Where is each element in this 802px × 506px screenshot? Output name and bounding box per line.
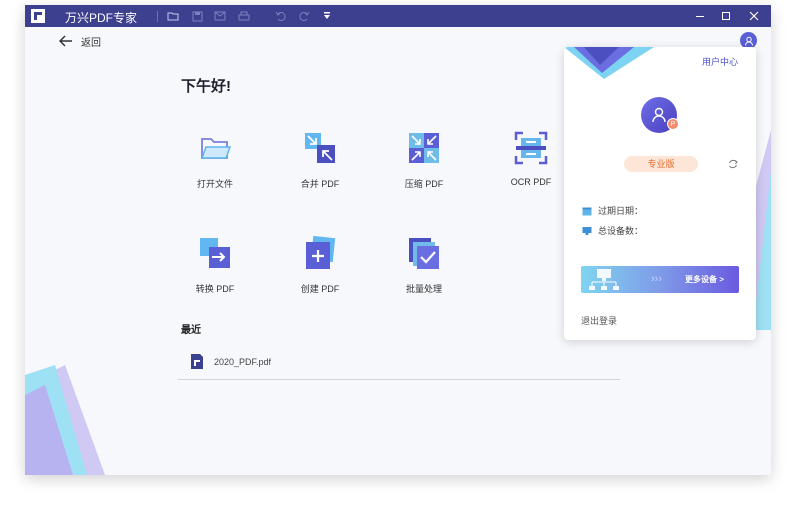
merge-pdf-icon xyxy=(305,133,335,163)
toolbar-divider xyxy=(157,11,158,22)
devices-illustration-icon xyxy=(589,269,619,290)
recent-divider xyxy=(178,379,620,380)
user-center-link[interactable]: 用户中心 xyxy=(702,55,738,68)
tool-merge-pdf[interactable]: 合并 PDF xyxy=(280,130,360,190)
minimize-icon[interactable] xyxy=(692,8,708,24)
refresh-icon[interactable] xyxy=(727,158,739,170)
tool-open-file[interactable]: 打开文件 xyxy=(175,130,255,190)
expiry-label: 过期日期： xyxy=(598,206,644,216)
tool-label: 压缩 PDF xyxy=(404,179,444,189)
decorative-shapes xyxy=(25,365,105,475)
recent-file-name: 2020_PDF.pdf xyxy=(214,356,272,367)
chevrons-icon: ››› xyxy=(651,273,662,285)
convert-pdf-icon xyxy=(200,238,230,268)
tool-label: 创建 PDF xyxy=(300,284,340,294)
open-folder-icon xyxy=(200,138,232,159)
tool-label: 打开文件 xyxy=(196,179,233,189)
app-title: 万兴PDF专家 xyxy=(65,11,138,25)
pro-badge-icon: P xyxy=(667,118,679,130)
device-count-row: 总设备数： xyxy=(582,224,643,237)
app-logo-icon xyxy=(31,9,45,23)
batch-process-icon xyxy=(409,238,439,269)
tool-label: 转换 PDF xyxy=(195,284,235,294)
logout-link[interactable]: 退出登录 xyxy=(581,314,617,327)
ocr-pdf-icon xyxy=(514,131,548,165)
tool-ocr-pdf[interactable]: OCR PDF xyxy=(491,130,571,187)
folder-icon[interactable] xyxy=(166,9,180,23)
greeting-heading: 下午好! xyxy=(181,78,231,95)
tool-compress-pdf[interactable]: 压缩 PDF xyxy=(384,130,464,190)
tool-label: OCR PDF xyxy=(510,177,552,187)
more-devices-banner[interactable]: ››› 更多设备 > xyxy=(581,266,739,293)
tool-batch-process[interactable]: 批量处理 xyxy=(384,235,464,295)
back-button[interactable]: 返回 xyxy=(59,34,101,49)
back-arrow-icon xyxy=(59,35,72,47)
recent-file-item[interactable]: 2020_PDF.pdf xyxy=(190,353,271,370)
user-icon xyxy=(744,36,753,46)
title-bar: 万兴PDF专家 xyxy=(25,5,771,27)
decorative-shapes xyxy=(564,47,654,79)
user-icon xyxy=(652,107,666,123)
undo-icon[interactable] xyxy=(273,9,287,23)
tool-create-pdf[interactable]: 创建 PDF xyxy=(280,235,360,295)
save-icon[interactable] xyxy=(190,9,204,23)
back-label: 返回 xyxy=(81,37,101,49)
user-center-popup: 用户中心 P 专业版 过期日期： 总设备数： ››› 更多设备 > 退出登录 xyxy=(564,47,756,340)
print-icon[interactable] xyxy=(237,9,251,23)
mail-icon[interactable] xyxy=(213,9,227,23)
edition-badge: 专业版 xyxy=(624,156,698,172)
pdf-file-icon xyxy=(191,354,203,369)
redo-icon[interactable] xyxy=(297,9,311,23)
compress-pdf-icon xyxy=(409,133,439,163)
monitor-icon xyxy=(582,226,592,235)
create-pdf-icon xyxy=(306,235,336,269)
maximize-icon[interactable] xyxy=(718,8,734,24)
tool-convert-pdf[interactable]: 转换 PDF xyxy=(175,235,255,295)
tool-label: 批量处理 xyxy=(405,284,442,294)
expiry-date-row: 过期日期： xyxy=(582,204,643,217)
more-devices-label: 更多设备 > xyxy=(685,275,724,284)
tool-label: 合并 PDF xyxy=(300,179,340,189)
calendar-icon xyxy=(582,207,592,215)
close-icon[interactable] xyxy=(746,8,762,24)
recent-heading: 最近 xyxy=(181,325,201,336)
devices-label: 总设备数： xyxy=(598,226,644,236)
dropdown-arrow-icon[interactable] xyxy=(320,9,334,23)
